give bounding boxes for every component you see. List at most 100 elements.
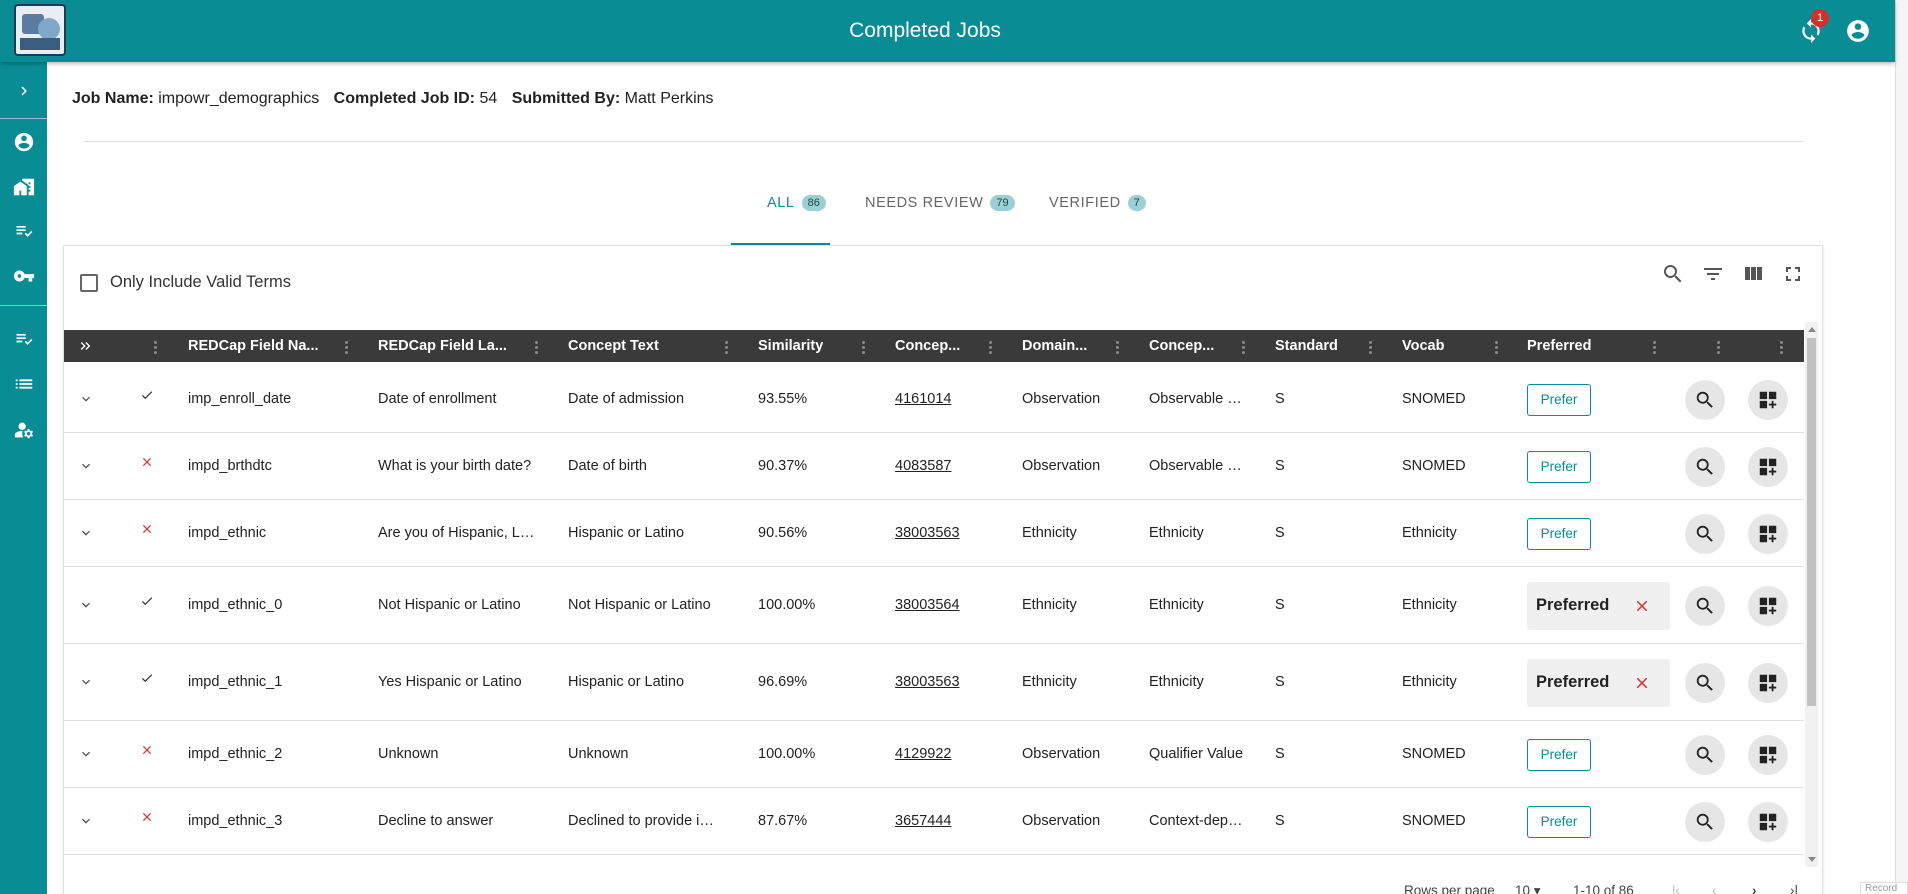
- sidebar-item-keys[interactable]: [0, 259, 47, 293]
- tab-needs-review[interactable]: NEEDS REVIEW 79: [865, 192, 1015, 214]
- rows-per-page-select[interactable]: 10 ▾: [1515, 883, 1541, 894]
- concept-id-link[interactable]: 4129922: [895, 746, 985, 762]
- tab-label: ALL: [767, 195, 795, 211]
- concept-id-link[interactable]: 38003564: [895, 597, 985, 613]
- concept-class-cell: Observable En...: [1149, 458, 1249, 474]
- add-box-icon: [1759, 674, 1777, 692]
- close-icon: [142, 457, 152, 467]
- add-concept-button[interactable]: [1748, 735, 1788, 775]
- concept-text-cell: Date of birth: [568, 458, 647, 474]
- table-row[interactable]: impd_ethnic_2 Unknown Unknown 100.00% 412992…: [64, 722, 1804, 788]
- concept-id-link[interactable]: 38003563: [895, 525, 960, 541]
- last-page-icon[interactable]: ›|: [1790, 883, 1798, 894]
- search-concept-button[interactable]: [1685, 735, 1725, 775]
- first-page-icon[interactable]: |‹: [1672, 883, 1680, 894]
- expand-row-chevron-down-icon[interactable]: [78, 458, 94, 474]
- column-header-concept-id[interactable]: Concep...: [895, 330, 975, 362]
- account-circle-icon[interactable]: [1845, 18, 1871, 44]
- concept-id-link[interactable]: 4083587: [895, 458, 985, 474]
- expand-row-chevron-down-icon[interactable]: [78, 813, 94, 829]
- column-header-concept-class[interactable]: Concep...: [1149, 330, 1229, 362]
- standard-cell: S: [1275, 458, 1285, 474]
- table-scrollbar[interactable]: [1805, 322, 1818, 867]
- filter-list-icon[interactable]: [1701, 262, 1725, 286]
- concept-id-link[interactable]: 4129922: [895, 746, 951, 762]
- prefer-button[interactable]: Prefer: [1527, 518, 1591, 550]
- column-header-vocab[interactable]: Vocab: [1402, 330, 1502, 362]
- expand-row-chevron-down-icon[interactable]: [78, 746, 94, 762]
- add-concept-button[interactable]: [1748, 802, 1788, 842]
- remove-preferred-close-icon[interactable]: [1633, 674, 1651, 692]
- view-column-icon[interactable]: [1741, 262, 1765, 286]
- domain-cell: Ethnicity: [1022, 597, 1077, 613]
- concept-id-link[interactable]: 4083587: [895, 458, 951, 474]
- previous-page-icon[interactable]: ‹: [1712, 883, 1717, 894]
- concept-id-link[interactable]: 38003563: [895, 674, 960, 690]
- concept-class-cell: Ethnicity: [1149, 525, 1204, 541]
- expand-sidebar-button[interactable]: [0, 74, 47, 108]
- sidebar-item-admin[interactable]: [0, 413, 47, 447]
- concept-id-link[interactable]: 3657444: [895, 813, 985, 829]
- expand-all-icon[interactable]: [76, 338, 94, 354]
- sidebar-item-profile[interactable]: [0, 125, 47, 159]
- sidebar-item-jobs[interactable]: [0, 214, 47, 248]
- search-concept-button[interactable]: [1685, 380, 1725, 420]
- preferred-label: Preferred: [1536, 673, 1610, 691]
- column-header-concept-text[interactable]: Concept Text: [568, 330, 698, 362]
- search-concept-button[interactable]: [1685, 514, 1725, 554]
- job-id-label: Completed Job ID:: [333, 90, 476, 107]
- table-row[interactable]: impd_ethnic Are you of Hispanic, Lati... H…: [64, 501, 1804, 567]
- sidebar-item-completed[interactable]: [0, 322, 47, 356]
- table-row[interactable]: impd_ethnic_0 Not Hispanic or Latino Not H…: [64, 568, 1804, 644]
- field-name-cell: imp_enroll_date: [188, 391, 292, 407]
- prefer-button[interactable]: Prefer: [1527, 806, 1591, 838]
- search-concept-button[interactable]: [1685, 586, 1725, 626]
- column-header-standard[interactable]: Standard: [1275, 330, 1375, 362]
- concept-id-link[interactable]: 4161014: [895, 391, 985, 407]
- sidebar-item-list[interactable]: [0, 367, 47, 401]
- valid-terms-checkbox[interactable]: [80, 274, 98, 292]
- add-concept-button[interactable]: [1748, 447, 1788, 487]
- concept-text-cell: Declined to provide infor...: [568, 813, 718, 829]
- remove-preferred-close-icon[interactable]: [1633, 597, 1651, 615]
- concept-id-link[interactable]: 3657444: [895, 813, 951, 829]
- fullscreen-icon[interactable]: [1781, 262, 1805, 286]
- prefer-button[interactable]: Prefer: [1527, 384, 1591, 416]
- search-concept-button[interactable]: [1685, 663, 1725, 703]
- table-row[interactable]: imp_enroll_date Date of enrollment Date of…: [64, 367, 1804, 433]
- field-name-cell: impd_ethnic: [188, 525, 267, 541]
- add-concept-button[interactable]: [1748, 663, 1788, 703]
- record-tag: Record: [1860, 882, 1908, 894]
- expand-row-chevron-down-icon[interactable]: [78, 525, 94, 541]
- table-row[interactable]: impd_ethnic_1 Yes Hispanic or Latino Hispa…: [64, 645, 1804, 721]
- add-concept-button[interactable]: [1748, 586, 1788, 626]
- expand-row-chevron-down-icon[interactable]: [78, 597, 94, 613]
- prefer-button[interactable]: Prefer: [1527, 739, 1591, 771]
- column-header-domain[interactable]: Domain...: [1022, 330, 1102, 362]
- concept-id-link[interactable]: 38003564: [895, 597, 960, 613]
- column-header-preferred[interactable]: Preferred: [1527, 330, 1627, 362]
- tab-verified[interactable]: VERIFIED 7: [1049, 192, 1146, 214]
- table-row[interactable]: impd_brthdtc What is your birth date? Date…: [64, 434, 1804, 500]
- concept-id-link[interactable]: 38003563: [895, 674, 985, 690]
- next-page-icon[interactable]: ›: [1752, 883, 1757, 894]
- domain-cell: Observation: [1022, 813, 1101, 829]
- search-concept-button[interactable]: [1685, 447, 1725, 487]
- column-header-field-name[interactable]: REDCap Field Na...: [188, 330, 328, 362]
- sidebar-item-home[interactable]: [0, 170, 47, 204]
- list-icon: [15, 379, 32, 389]
- vocab-cell: Ethnicity: [1402, 597, 1457, 613]
- prefer-button[interactable]: Prefer: [1527, 451, 1591, 483]
- search-icon[interactable]: [1661, 262, 1685, 286]
- concept-id-link[interactable]: 4161014: [895, 391, 951, 407]
- table-row[interactable]: impd_ethnic_3 Decline to answer Declined t…: [64, 789, 1804, 855]
- add-concept-button[interactable]: [1748, 514, 1788, 554]
- expand-row-chevron-down-icon[interactable]: [78, 391, 94, 407]
- column-header-field-label[interactable]: REDCap Field La...: [378, 330, 518, 362]
- expand-row-chevron-down-icon[interactable]: [78, 674, 94, 690]
- add-concept-button[interactable]: [1748, 380, 1788, 420]
- concept-id-link[interactable]: 38003563: [895, 525, 985, 541]
- tab-all[interactable]: ALL 86: [767, 192, 826, 214]
- search-concept-button[interactable]: [1685, 802, 1725, 842]
- column-header-similarity[interactable]: Similarity: [758, 330, 868, 362]
